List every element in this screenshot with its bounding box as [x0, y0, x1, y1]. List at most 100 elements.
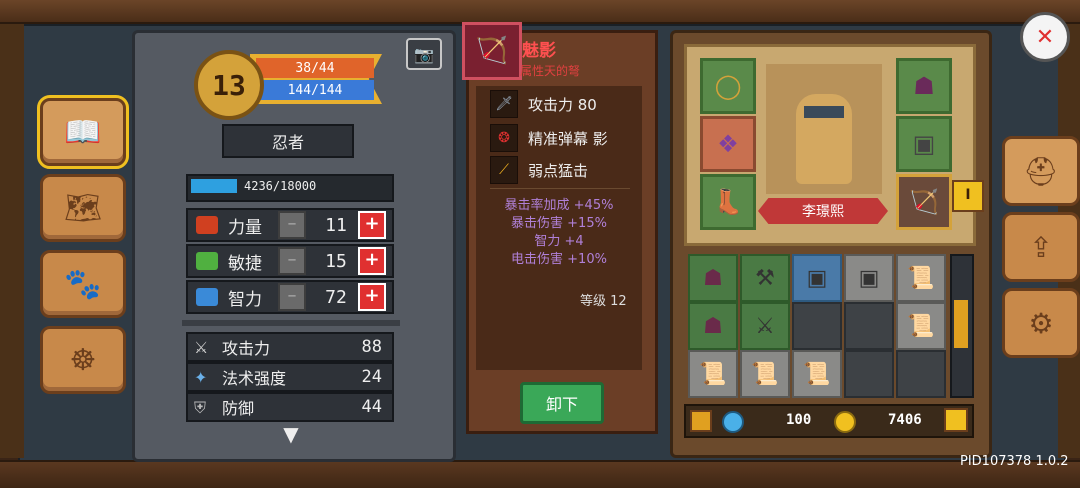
- mace-icon: ⚒: [755, 265, 775, 291]
- bag-icon[interactable]: [690, 410, 712, 432]
- stat-row-attack: ⚔ 攻击力 88: [186, 332, 394, 362]
- crossbow-icon: 🏹: [462, 22, 522, 80]
- nav-map-button[interactable]: 🗺: [40, 174, 126, 242]
- goggles: [804, 106, 844, 118]
- nav-settings-button[interactable]: ⚙: [1002, 288, 1080, 358]
- book-icon: [196, 288, 218, 306]
- equip-slot-helmet[interactable]: ☗: [896, 58, 952, 114]
- nav-helm-button[interactable]: ☸: [40, 326, 126, 394]
- armor-icon: ▣: [912, 130, 936, 158]
- hood-icon: ☗: [913, 72, 935, 100]
- frame-top: [0, 0, 1080, 24]
- sword-icon: ⚔: [194, 338, 209, 357]
- stat-row-spell-power: ✦ 法术强度 24: [186, 362, 394, 392]
- increase-button[interactable]: +: [358, 247, 386, 275]
- stat-value: 88: [361, 337, 382, 357]
- inventory-slot[interactable]: ▣: [792, 254, 842, 302]
- helmet-icon: ⛑: [1023, 154, 1059, 188]
- item-level: 等级 12: [580, 294, 627, 309]
- inventory-slot[interactable]: ⚔: [740, 302, 790, 350]
- scrollbar-thumb[interactable]: [954, 300, 968, 348]
- scroll-icon: 📜: [907, 265, 935, 291]
- gem-count: 100: [786, 412, 812, 428]
- attribute-label: 敏捷: [228, 253, 262, 274]
- fist-icon: [196, 216, 218, 234]
- stat-label: 法术强度: [222, 369, 287, 388]
- inventory-slot[interactable]: 📜: [688, 350, 738, 398]
- decrease-button[interactable]: –: [278, 283, 306, 311]
- inventory-slot[interactable]: 📜: [896, 254, 946, 302]
- inventory-slot-empty[interactable]: [844, 302, 894, 350]
- increase-button[interactable]: +: [358, 211, 386, 239]
- item-attack-line: 🗡 攻击力 80: [490, 90, 636, 118]
- left-rail: [0, 24, 24, 458]
- camera-button[interactable]: 📷: [406, 38, 442, 70]
- item-bonus: 暴击伤害 +15%: [511, 216, 607, 231]
- crossbow-icon: 🏹: [909, 188, 939, 216]
- scroll-icon: 📜: [699, 361, 727, 387]
- scroll-icon: 📜: [907, 313, 935, 339]
- attribute-row-intelligence: 智力 – 72 +: [186, 280, 394, 314]
- inventory-slot[interactable]: ☗: [688, 254, 738, 302]
- attribute-label: 智力: [228, 289, 262, 310]
- xp-text: 4236/18000: [244, 179, 317, 193]
- close-icon: ✕: [1035, 24, 1055, 50]
- tab-marker[interactable]: I: [952, 180, 984, 212]
- inventory-slot[interactable]: ▣: [844, 254, 894, 302]
- attribute-value: 11: [325, 214, 347, 236]
- item-skill-line: ❂ 精准弹幕 影: [490, 124, 636, 152]
- stat-row-defense: ⛨ 防御 44: [186, 392, 394, 422]
- bracelet-icon: ❖: [717, 130, 739, 158]
- slash-icon: ⟋: [490, 156, 518, 184]
- decrease-button[interactable]: –: [278, 247, 306, 275]
- equip-slot-boots[interactable]: 👢: [700, 174, 756, 230]
- character-name: 李璟熙: [758, 198, 888, 224]
- equip-slot-necklace[interactable]: ◯: [700, 58, 756, 114]
- inventory-slot-empty[interactable]: [792, 302, 842, 350]
- inventory-slot-empty[interactable]: [896, 350, 946, 398]
- stat-value: 44: [361, 397, 382, 417]
- build-id: PID107378 1.0.2: [960, 454, 1069, 469]
- attribute-value: 72: [325, 286, 347, 308]
- scroll-down-arrow[interactable]: ▼: [268, 422, 314, 446]
- feather-icon: [196, 252, 218, 270]
- frame-bottom: [0, 460, 1080, 488]
- nav-pet-button[interactable]: 🐾: [40, 250, 126, 318]
- item-bonus: 电击伤害 +10%: [511, 252, 607, 267]
- scroll-icon: 📜: [803, 361, 831, 387]
- wheel-icon: ☸: [69, 342, 97, 378]
- inventory-slot[interactable]: ☗: [688, 302, 738, 350]
- unequip-button[interactable]: 卸下: [520, 382, 604, 424]
- equip-slot-armor[interactable]: ▣: [896, 116, 952, 172]
- camera-icon: 📷: [414, 44, 434, 64]
- inventory-slot-empty[interactable]: [844, 350, 894, 398]
- attribute-row-strength: 力量 – 11 +: [186, 208, 394, 242]
- inventory-slot[interactable]: 📜: [896, 302, 946, 350]
- xp-bar-fill: [191, 179, 237, 193]
- stat-value: 24: [361, 367, 382, 387]
- hood-icon: ☗: [703, 313, 723, 339]
- nav-skills-button[interactable]: ⇪: [1002, 212, 1080, 282]
- sort-grid-button[interactable]: [944, 408, 968, 432]
- inventory-slot[interactable]: 📜: [740, 350, 790, 398]
- boots-icon: 👢: [713, 188, 743, 216]
- close-button[interactable]: ✕: [1020, 12, 1070, 62]
- inventory-slot[interactable]: 📜: [792, 350, 842, 398]
- nav-character-button[interactable]: ⛑: [1002, 136, 1080, 206]
- decrease-button[interactable]: –: [278, 211, 306, 239]
- level-badge: 13: [194, 50, 264, 120]
- nav-book-button[interactable]: 📖: [37, 95, 129, 169]
- item-bonus: 暴击率加成 +45%: [504, 198, 614, 213]
- equip-slot-weapon[interactable]: 🏹: [896, 174, 952, 230]
- shield-icon: ⛨: [194, 398, 207, 417]
- necklace-icon: ◯: [714, 72, 742, 100]
- increase-button[interactable]: +: [358, 283, 386, 311]
- inventory-slot[interactable]: ⚒: [740, 254, 790, 302]
- stat-label: 攻击力: [222, 339, 271, 358]
- scroll-icon: 📜: [751, 361, 779, 387]
- equip-slot-ring[interactable]: ❖: [700, 116, 756, 172]
- map-icon: 🗺: [63, 190, 103, 226]
- item-subtitle: 属性天的弩: [520, 64, 581, 78]
- wand-icon: ✦: [194, 368, 208, 387]
- item-skill-line: ⟋ 弱点猛击: [490, 156, 636, 184]
